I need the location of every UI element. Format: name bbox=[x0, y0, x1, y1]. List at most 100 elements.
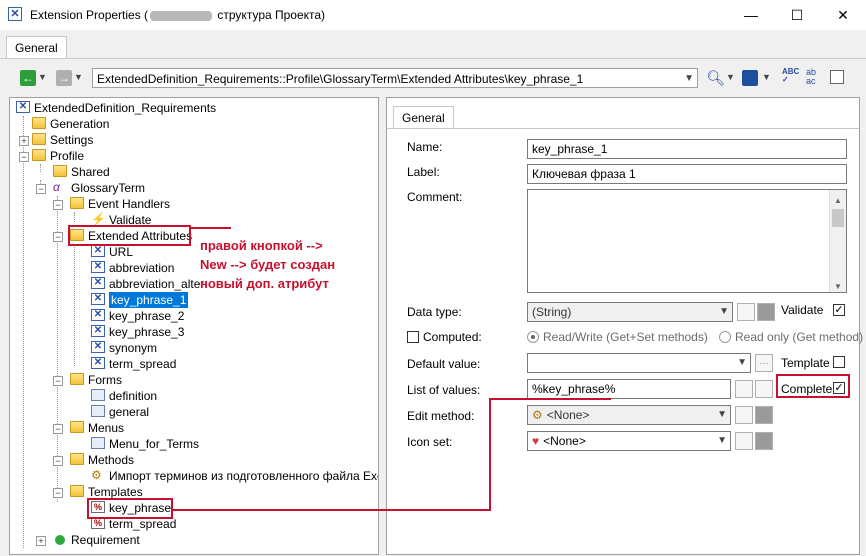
highlight-connector bbox=[191, 227, 231, 229]
back-arrow-icon[interactable]: ← bbox=[20, 70, 36, 86]
template-label: Template bbox=[781, 356, 830, 370]
forward-arrow-icon[interactable]: → bbox=[56, 70, 72, 86]
default-value-ellipsis-button[interactable]: … bbox=[755, 354, 773, 372]
lightning-icon: ⚡ bbox=[91, 212, 106, 226]
new-data-type-button[interactable] bbox=[737, 303, 755, 321]
more-options-icon[interactable] bbox=[830, 70, 844, 84]
read-only-label: Read only (Get method) bbox=[735, 330, 864, 344]
scroll-down-icon[interactable]: ▼ bbox=[834, 278, 842, 292]
tab-general-outer[interactable]: General bbox=[6, 36, 67, 59]
collapse-icon[interactable]: − bbox=[19, 152, 29, 162]
expand-icon[interactable]: + bbox=[19, 136, 29, 146]
tree-guide bbox=[40, 164, 41, 172]
computed-checkbox[interactable] bbox=[407, 331, 419, 343]
highlight-complete bbox=[776, 374, 850, 398]
comment-textarea[interactable]: ▲ ▼ bbox=[527, 189, 847, 293]
collapse-icon[interactable]: − bbox=[53, 232, 63, 242]
panel-splitter[interactable] bbox=[379, 97, 384, 553]
chevron-down-icon: ▼ bbox=[737, 357, 747, 368]
list-search-button[interactable] bbox=[755, 380, 773, 398]
back-dropdown-icon[interactable]: ▼ bbox=[38, 72, 47, 82]
highlight-extended-attributes bbox=[68, 225, 191, 246]
attribute-icon: ✕ bbox=[91, 309, 105, 321]
maximize-button[interactable]: ☐ bbox=[774, 0, 820, 30]
collapse-icon[interactable]: − bbox=[53, 200, 63, 210]
collapse-icon[interactable]: − bbox=[53, 488, 63, 498]
icon-set-label: Icon set: bbox=[407, 435, 453, 449]
data-type-select[interactable]: (String) ▼ bbox=[527, 302, 733, 322]
menu-icon bbox=[91, 437, 105, 449]
save-dropdown-icon[interactable]: ▼ bbox=[762, 72, 771, 82]
edit-method-properties-button[interactable] bbox=[755, 406, 773, 424]
template-checkbox[interactable] bbox=[833, 356, 845, 368]
folder-open-icon bbox=[70, 197, 84, 209]
scroll-thumb[interactable] bbox=[832, 209, 844, 227]
scroll-up-icon[interactable]: ▲ bbox=[834, 192, 842, 210]
chevron-down-icon: ▼ bbox=[684, 73, 694, 84]
attribute-icon: ✕ bbox=[91, 293, 105, 305]
label-field[interactable]: Ключевая фраза 1 bbox=[527, 164, 847, 184]
minimize-button[interactable]: — bbox=[728, 0, 774, 30]
comment-scrollbar[interactable]: ▲ ▼ bbox=[829, 190, 846, 292]
collapse-icon[interactable]: − bbox=[53, 376, 63, 386]
new-icon-set-button[interactable] bbox=[735, 432, 753, 450]
default-value-combo[interactable]: ▼ bbox=[527, 353, 751, 373]
requirement-dot-icon bbox=[55, 535, 65, 545]
collapse-icon[interactable]: − bbox=[53, 424, 63, 434]
find-icon[interactable]: 🔍︎ bbox=[706, 69, 725, 87]
icon-set-select[interactable]: ♥ <None> ▼ bbox=[527, 431, 731, 451]
replace-text-icon[interactable]: ab ac bbox=[806, 68, 816, 86]
list-of-values-label: List of values: bbox=[407, 383, 481, 397]
read-write-radio[interactable] bbox=[527, 331, 539, 343]
window-title: Extension Properties ( структура Проекта… bbox=[30, 8, 326, 22]
data-type-label: Data type: bbox=[407, 305, 462, 319]
folder-open-icon bbox=[70, 453, 84, 465]
validate-checkbox[interactable]: ✓ bbox=[833, 304, 845, 316]
tree-guide bbox=[74, 212, 75, 222]
close-button[interactable]: ✕ bbox=[820, 0, 866, 30]
app-icon: ✕ bbox=[8, 7, 22, 21]
name-label: Name: bbox=[407, 140, 443, 154]
attribute-icon: ✕ bbox=[91, 261, 105, 273]
collapse-icon[interactable]: − bbox=[53, 456, 63, 466]
new-list-button[interactable] bbox=[735, 380, 753, 398]
data-type-properties-button[interactable] bbox=[757, 303, 775, 321]
chevron-down-icon: ▼ bbox=[719, 306, 729, 317]
spell-check-icon[interactable]: ABC ✓ bbox=[782, 68, 799, 84]
list-of-values-field[interactable]: %key_phrase% bbox=[527, 379, 731, 399]
save-icon[interactable] bbox=[742, 70, 758, 86]
expand-icon[interactable]: + bbox=[36, 536, 46, 546]
attribute-icon: ✕ bbox=[91, 245, 105, 257]
validate-label: Validate bbox=[781, 303, 824, 317]
object-path-text: ExtendedDefinition_Requirements::Profile… bbox=[97, 72, 584, 86]
highlight-connector bbox=[489, 398, 491, 511]
attribute-icon: ✕ bbox=[91, 325, 105, 337]
comment-label: Comment: bbox=[407, 190, 463, 204]
new-edit-method-button[interactable] bbox=[735, 406, 753, 424]
tree-guide bbox=[74, 244, 75, 366]
forward-dropdown-icon[interactable]: ▼ bbox=[74, 72, 83, 82]
icon-set-properties-button[interactable] bbox=[755, 432, 773, 450]
object-path-combo[interactable]: ExtendedDefinition_Requirements::Profile… bbox=[92, 68, 698, 88]
gears-icon: ⚙ bbox=[532, 408, 543, 422]
find-dropdown-icon[interactable]: ▼ bbox=[726, 72, 735, 82]
name-field[interactable]: key_phrase_1 bbox=[527, 139, 847, 159]
folder-icon bbox=[32, 133, 46, 145]
method-gears-icon: ⚙ bbox=[91, 468, 102, 482]
label-label: Label: bbox=[407, 165, 440, 179]
highlight-connector bbox=[173, 509, 490, 511]
definition-tree[interactable]: ✕ ExtendedDefinition_Requirements Genera… bbox=[9, 97, 379, 555]
folder-open-icon bbox=[70, 485, 84, 497]
form-icon bbox=[91, 405, 105, 417]
folder-open-icon bbox=[32, 149, 46, 161]
highlight-connector bbox=[489, 398, 611, 400]
title-bar: ✕ Extension Properties ( структура Проек… bbox=[0, 0, 866, 30]
read-only-radio[interactable] bbox=[719, 331, 731, 343]
edit-method-label: Edit method: bbox=[407, 409, 475, 423]
collapse-icon[interactable]: − bbox=[36, 184, 46, 194]
tree-guide bbox=[23, 116, 24, 548]
tab-general-inner[interactable]: General bbox=[393, 106, 454, 129]
folder-icon bbox=[53, 165, 67, 177]
chevron-down-icon: ▼ bbox=[717, 435, 727, 446]
edit-method-select[interactable]: ⚙ <None> ▼ bbox=[527, 405, 731, 425]
